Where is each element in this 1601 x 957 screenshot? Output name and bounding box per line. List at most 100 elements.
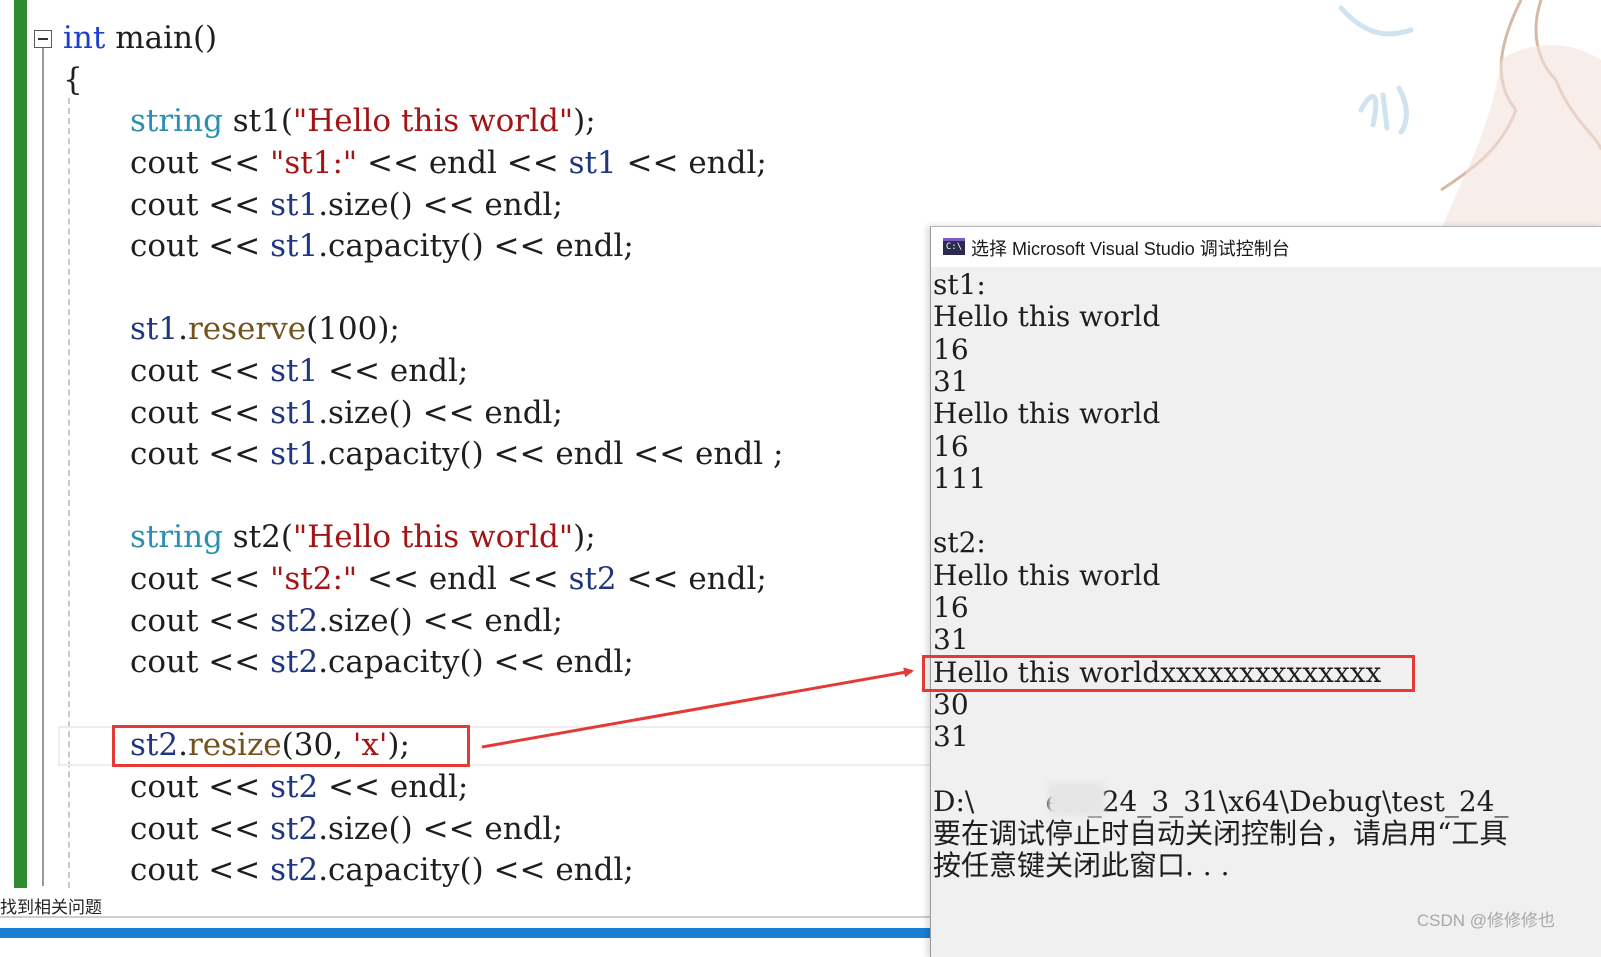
code-token: "Hello this world"	[292, 103, 574, 139]
code-line[interactable]: {	[63, 60, 83, 100]
code-line[interactable]: cout << st2 << endl;	[130, 767, 468, 807]
code-token: st1	[270, 353, 319, 389]
console-line: st1:	[933, 268, 986, 301]
status-divider	[0, 916, 930, 918]
code-token: st1(	[222, 103, 293, 139]
code-token: string	[130, 103, 223, 139]
indent-guide	[68, 98, 70, 888]
console-line: 要在调试停止时自动关闭控制台，请启用“工具	[933, 817, 1508, 851]
code-token: cout <<	[130, 228, 271, 264]
code-token: << endl <<	[357, 145, 569, 181]
code-token: main()	[105, 20, 218, 56]
console-app-icon: C:\	[943, 238, 965, 255]
code-token: << endl <<	[357, 561, 569, 597]
code-token: cout <<	[130, 811, 271, 847]
code-line[interactable]: cout << st2.size() << endl;	[130, 601, 563, 641]
code-line[interactable]: string st1("Hello this world");	[130, 101, 596, 141]
status-bar	[0, 928, 930, 938]
status-message: 找到相关问题	[0, 898, 102, 917]
code-line[interactable]: cout << st2.size() << endl;	[130, 809, 563, 849]
debug-console-window[interactable]: C:\ 选择 Microsoft Visual Studio 调试控制台 st1…	[930, 226, 1601, 957]
code-token: st2	[270, 603, 319, 639]
code-token: .size() << endl;	[318, 811, 563, 847]
code-token: "st2:"	[270, 561, 358, 597]
code-token: "st1:"	[270, 145, 358, 181]
csdn-watermark: CSDN @修修修也	[1416, 911, 1555, 930]
console-line: 31	[933, 720, 969, 754]
code-line[interactable]: cout << st1.size() << endl;	[130, 393, 563, 433]
code-token: cout <<	[130, 644, 271, 680]
redacted-path-blur	[1048, 782, 1104, 816]
code-token: int	[63, 20, 106, 56]
code-line[interactable]: cout << "st2:" << endl << st2 << endl;	[130, 559, 767, 599]
code-token: cout <<	[130, 145, 271, 181]
code-token: (100);	[306, 311, 400, 347]
resized-output-highlight	[922, 655, 1415, 692]
anime-illustration	[1338, 0, 1601, 230]
code-line[interactable]: st1.reserve(100);	[130, 309, 400, 349]
console-line: 按任意键关闭此窗口. . .	[933, 849, 1230, 883]
console-titlebar[interactable]: C:\ 选择 Microsoft Visual Studio 调试控制台	[931, 227, 1601, 267]
code-token: << endl;	[616, 145, 767, 181]
console-line: 16	[933, 591, 969, 624]
console-line: 31	[933, 364, 969, 398]
console-line: 30	[933, 687, 969, 721]
outline-fold-line	[42, 48, 44, 886]
code-token: {	[63, 62, 83, 98]
code-token: << endl;	[318, 769, 469, 805]
code-line[interactable]: cout << st1.size() << endl;	[130, 185, 563, 225]
code-token: cout <<	[130, 353, 271, 389]
code-token: );	[573, 519, 596, 555]
console-line: Hello this world	[933, 397, 1161, 431]
code-token: .size() << endl;	[318, 603, 563, 639]
console-line: 16	[933, 332, 969, 366]
code-token: st2	[568, 561, 617, 597]
code-token: .size() << endl;	[318, 395, 563, 431]
code-token: reserve	[187, 311, 307, 347]
code-token: st1	[270, 228, 319, 264]
code-token: st2	[270, 644, 319, 680]
code-line[interactable]: cout << "st1:" << endl << st1 << endl;	[130, 143, 767, 183]
code-token: .capacity() << endl;	[318, 644, 634, 680]
code-token: cout <<	[130, 852, 271, 888]
code-line[interactable]: cout << st1.capacity() << endl << endl ;	[130, 434, 783, 474]
code-line[interactable]: cout << st1.capacity() << endl;	[130, 226, 634, 266]
resize-call-highlight	[112, 725, 470, 767]
code-token: st2	[270, 852, 319, 888]
change-indicator-bar	[14, 0, 27, 888]
code-token: .	[178, 311, 188, 347]
console-line: 111	[933, 461, 987, 495]
code-token: );	[573, 103, 596, 139]
console-line: 31	[933, 623, 969, 657]
console-line: st2:	[933, 526, 986, 560]
code-token: string	[130, 519, 223, 555]
code-token: st2	[270, 811, 319, 847]
code-token: cout <<	[130, 603, 271, 639]
code-token: st1	[270, 187, 319, 223]
code-token: .size() << endl;	[318, 187, 563, 223]
console-line: D:\ est_24_3_31\x64\Debug\test_24_	[933, 784, 1509, 818]
code-token: << endl;	[318, 353, 469, 389]
collapse-toggle-icon[interactable]	[34, 30, 52, 48]
code-token: cout <<	[130, 769, 271, 805]
code-token: "Hello this world"	[292, 519, 574, 555]
console-line: Hello this world	[933, 558, 1161, 592]
code-token: .capacity() << endl;	[318, 228, 634, 264]
code-token: << endl;	[616, 561, 767, 597]
code-line[interactable]: cout << st1 << endl;	[130, 351, 468, 391]
code-line[interactable]: int main()	[63, 18, 217, 58]
code-token: st1	[568, 145, 617, 181]
code-line[interactable]: cout << st2.capacity() << endl;	[130, 642, 634, 682]
code-token: cout <<	[130, 436, 271, 472]
console-line: 16	[933, 429, 969, 463]
code-token: st1	[270, 436, 319, 472]
code-token: st2	[270, 769, 319, 805]
console-title: 选择 Microsoft Visual Studio 调试控制台	[971, 239, 1290, 259]
code-token: st2(	[222, 519, 293, 555]
code-token: cout <<	[130, 187, 271, 223]
code-token: st1	[270, 395, 319, 431]
console-line: Hello this world	[933, 300, 1161, 334]
code-line[interactable]: string st2("Hello this world");	[130, 517, 596, 557]
code-line[interactable]: cout << st2.capacity() << endl;	[130, 850, 634, 890]
code-token: st1	[130, 311, 179, 347]
